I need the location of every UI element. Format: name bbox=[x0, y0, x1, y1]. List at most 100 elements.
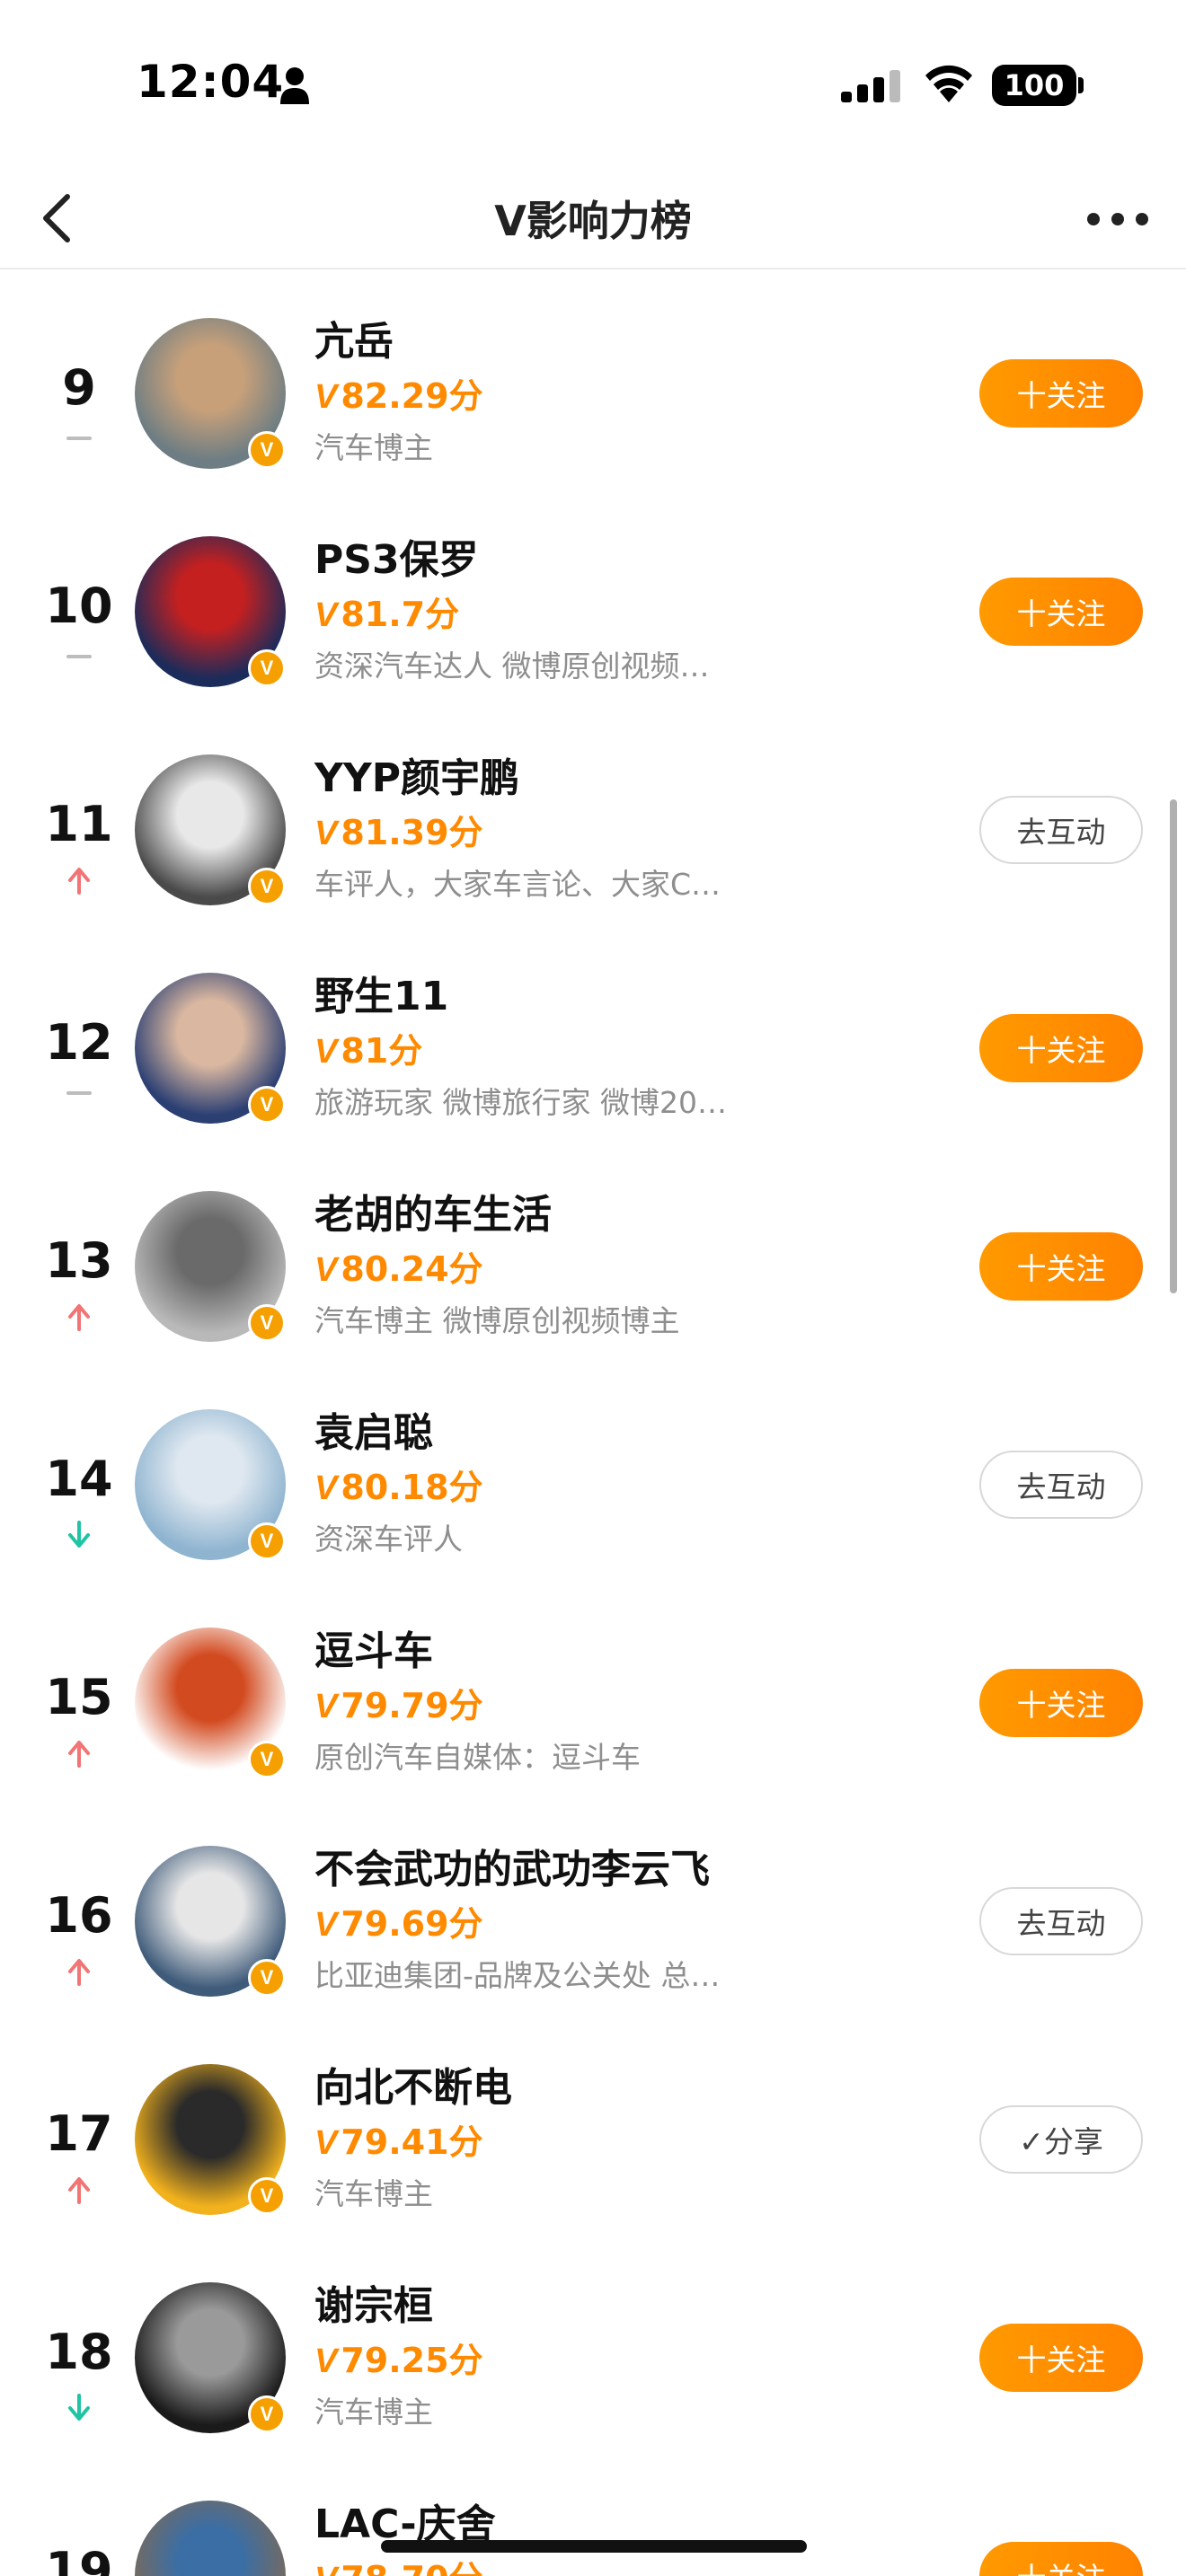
user-description: 车评人，大家车言论、大家C… bbox=[314, 867, 721, 902]
trend-down-icon bbox=[68, 1521, 90, 1548]
follow-button[interactable]: 十关注 bbox=[979, 2542, 1143, 2576]
list-item[interactable]: 13 V 老胡的车生活 V 80.24分 汽车博主 微博原创视频博主 十关注 bbox=[0, 1142, 1186, 1361]
trend-up-icon bbox=[68, 868, 90, 895]
list-item[interactable]: 9 V 亢岳 V 82.29分 汽车博主 十关注 bbox=[0, 269, 1186, 488]
v-score-icon: V bbox=[314, 1251, 338, 1289]
v-score-icon: V bbox=[314, 1906, 338, 1944]
follow-button[interactable]: 十关注 bbox=[979, 1232, 1143, 1301]
share-button[interactable]: ✓分享 bbox=[979, 2105, 1143, 2174]
score-value: 79.69分 bbox=[341, 1904, 483, 1944]
score-value: 81分 bbox=[341, 1031, 423, 1071]
influence-score: V 81.39分 bbox=[314, 805, 483, 854]
influence-score: V 79.25分 bbox=[314, 2333, 483, 2382]
influence-score: V 79.41分 bbox=[314, 2114, 483, 2164]
user-description: 汽车博主 bbox=[314, 2176, 433, 2211]
list-item[interactable]: 19VLAC-庆舍V78.70分十关注 bbox=[0, 2452, 1186, 2576]
user-description: 比亚迪集团-品牌及公关处 总… bbox=[314, 1958, 721, 1993]
battery-icon: 100 bbox=[992, 65, 1076, 106]
influence-score: V 80.18分 bbox=[314, 1460, 483, 1509]
list-item[interactable]: 15 V 逗斗车 V 79.79分原创汽车自媒体：逗斗车 十关注 bbox=[0, 1579, 1186, 1797]
trend-up-icon bbox=[68, 1959, 90, 1986]
user-name[interactable]: 不会武功的武功李云飞 bbox=[314, 1837, 710, 1894]
home-indicator[interactable] bbox=[381, 2540, 807, 2553]
trend-down-icon bbox=[68, 2394, 90, 2421]
rank-number: 18 bbox=[45, 2324, 113, 2380]
person-icon bbox=[280, 67, 309, 104]
v-score-icon: V bbox=[314, 2342, 338, 2380]
influence-score: V 79.69分 bbox=[314, 1896, 483, 1945]
follow-button[interactable]: 十关注 bbox=[979, 578, 1143, 646]
interact-button[interactable]: 去互动 bbox=[979, 1451, 1143, 1519]
verified-badge-icon: V bbox=[248, 1522, 286, 1560]
trend-flat-icon bbox=[66, 655, 92, 658]
ranking-list: 9 V 亢岳 V 82.29分 汽车博主 十关注 10 V PS3保罗 V 81.7分 资深汽车达人 微… bbox=[0, 269, 1186, 2576]
user-name[interactable]: 袁启聪 bbox=[314, 1400, 433, 1458]
verified-badge-icon: V bbox=[248, 1304, 286, 1342]
user-description: 旅游玩家 微博旅行家 微博20… bbox=[314, 1085, 727, 1120]
user-name[interactable]: 谢宗桓 bbox=[314, 2273, 433, 2331]
v-score-icon: V bbox=[314, 2561, 337, 2576]
list-item[interactable]: 11 V YYP颜宇鹏 V 81.39分车评人，大家车言论、大家C… 去互动 bbox=[0, 706, 1186, 924]
trend-up-icon bbox=[68, 1741, 90, 1768]
rank-number: 15 bbox=[45, 1669, 113, 1725]
wifi-icon bbox=[925, 65, 972, 102]
list-item[interactable]: 10 V PS3保罗 V 81.7分 资深汽车达人 微博原创视频… 十关注 bbox=[0, 488, 1186, 706]
trend-flat-icon bbox=[66, 437, 92, 440]
v-score-icon: V bbox=[314, 596, 338, 634]
verified-badge-icon: V bbox=[248, 1959, 286, 1997]
user-name[interactable]: PS3保罗 bbox=[314, 527, 479, 585]
rank-number: 12 bbox=[45, 1014, 113, 1071]
follow-button[interactable]: 十关注 bbox=[979, 2324, 1143, 2392]
trend-up-icon bbox=[68, 2177, 90, 2204]
follow-button[interactable]: 十关注 bbox=[979, 1669, 1143, 1737]
score-value: 82.29分 bbox=[341, 376, 483, 416]
more-dots-icon bbox=[1087, 213, 1148, 225]
more-button[interactable] bbox=[1084, 194, 1152, 244]
influence-score: V 82.29分 bbox=[314, 368, 483, 418]
user-description: 原创汽车自媒体：逗斗车 bbox=[314, 1740, 641, 1775]
score-value: 80.24分 bbox=[341, 1249, 483, 1289]
rank-number: 17 bbox=[45, 2105, 113, 2162]
avatar[interactable] bbox=[135, 2501, 286, 2576]
user-description: 资深汽车达人 微博原创视频… bbox=[314, 648, 710, 684]
user-name[interactable]: 逗斗车 bbox=[314, 1619, 433, 1676]
verified-badge-icon: V bbox=[248, 431, 286, 469]
verified-badge-icon: V bbox=[248, 868, 286, 905]
interact-button[interactable]: 去互动 bbox=[979, 1887, 1143, 1955]
follow-button[interactable]: 十关注 bbox=[979, 1014, 1143, 1082]
user-name[interactable]: 向北不断电 bbox=[314, 2055, 512, 2113]
list-item[interactable]: 18 V 谢宗桓 V 79.25分 汽车博主 十关注 bbox=[0, 2234, 1186, 2452]
score-value: 81.39分 bbox=[341, 813, 483, 852]
influence-score: V 81分 bbox=[314, 1023, 422, 1072]
list-item[interactable]: 17 V 向北不断电 V 79.41分 汽车博主 ✓分享 bbox=[0, 2016, 1186, 2234]
user-name[interactable]: 野生11 bbox=[314, 964, 448, 1021]
trend-flat-icon bbox=[66, 1091, 92, 1095]
score-value: 79.25分 bbox=[341, 2341, 483, 2380]
rank-number: 11 bbox=[45, 796, 113, 852]
user-name[interactable]: YYP颜宇鹏 bbox=[314, 745, 519, 803]
influence-score: V 79.79分 bbox=[314, 1678, 483, 1727]
v-score-icon: V bbox=[314, 1469, 338, 1507]
list-item[interactable]: 12 V 野生11 V 81分旅游玩家 微博旅行家 微博20… 十关注 bbox=[0, 924, 1186, 1142]
user-name[interactable]: 老胡的车生活 bbox=[314, 1182, 552, 1239]
status-bar: 12:04 100 bbox=[0, 0, 1186, 171]
follow-button[interactable]: 十关注 bbox=[979, 359, 1143, 428]
list-item[interactable]: 14 V 袁启聪 V 80.18分 资深车评人 去互动 bbox=[0, 1361, 1186, 1579]
user-description: 资深车评人 bbox=[314, 1522, 463, 1557]
status-time: 12:04 bbox=[137, 56, 285, 108]
user-name[interactable]: 亢岳 bbox=[314, 309, 394, 366]
influence-score: V 81.7分 bbox=[314, 587, 459, 636]
verified-badge-icon: V bbox=[248, 1741, 286, 1778]
rank-number: 13 bbox=[45, 1232, 113, 1289]
score-value: 81.7分 bbox=[341, 595, 460, 634]
list-item[interactable]: 16 V 不会武功的武功李云飞 V 79.69分 比亚迪集团-品牌及公关处 总… 去互动 bbox=[0, 1797, 1186, 2016]
influence-score: V 78.70分 bbox=[314, 2551, 483, 2576]
scrollbar[interactable] bbox=[1170, 799, 1177, 1293]
rank-number: 19 bbox=[45, 2542, 113, 2576]
v-score-icon: V bbox=[314, 1033, 338, 1071]
interact-button[interactable]: 去互动 bbox=[979, 796, 1143, 864]
verified-badge-icon: V bbox=[248, 649, 286, 687]
influence-score: V 80.24分 bbox=[314, 1241, 483, 1291]
user-description: 汽车博主 微博原创视频博主 bbox=[314, 1303, 680, 1338]
user-description: 汽车博主 bbox=[314, 430, 433, 465]
